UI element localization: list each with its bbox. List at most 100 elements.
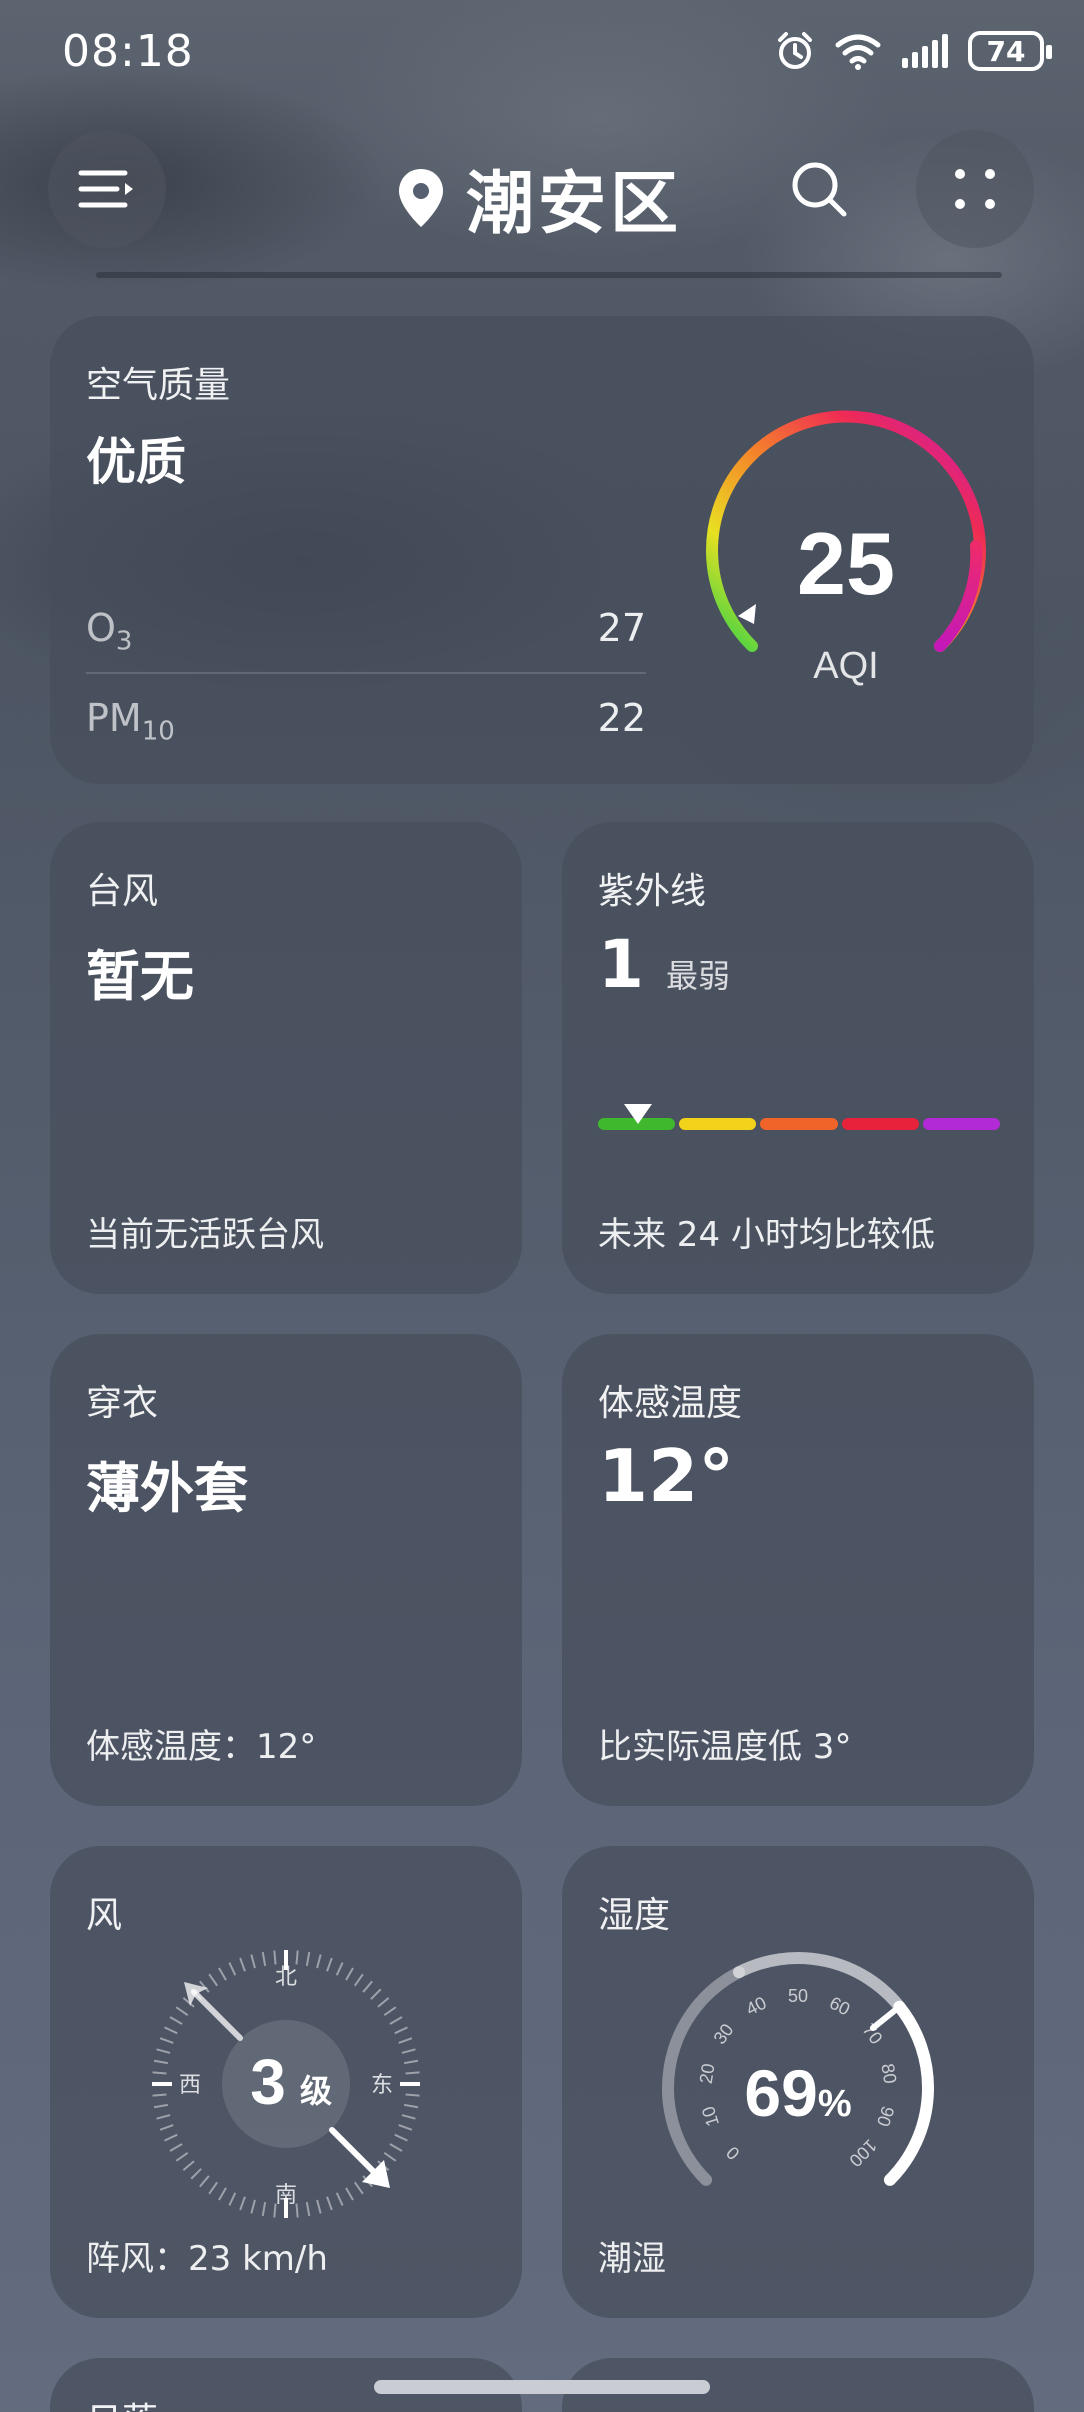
- menu-button[interactable]: [48, 130, 166, 248]
- more-button[interactable]: [916, 130, 1034, 248]
- uv-marker-icon: [624, 1104, 652, 1124]
- compass-tick: [394, 2133, 408, 2142]
- wind-level-number: 3: [250, 2046, 286, 2118]
- compass-tick: [250, 1954, 256, 1969]
- compass-tick: [335, 2192, 344, 2206]
- wind-compass: 北 南 东 西 3 级: [152, 1950, 420, 2218]
- compass-west: 西: [179, 2073, 201, 2098]
- search-icon: [792, 162, 847, 217]
- typhoon-footer: 当前无活跃台风: [86, 1215, 324, 1255]
- uv-scale-segment: [679, 1118, 757, 1130]
- compass-tick: [273, 1950, 277, 1965]
- humidity-scale-label: 0: [722, 2142, 743, 2163]
- aqi-pointer-icon: [738, 604, 756, 624]
- compass-tick: [190, 2168, 202, 2180]
- humidity-scale-label: 80: [877, 2062, 900, 2085]
- uv-reading: 1 最弱: [598, 926, 730, 1003]
- compass-tick: [218, 2187, 227, 2201]
- compass-tick: [401, 2114, 416, 2120]
- air-quality-card[interactable]: 空气质量 优质 O3 27 PM10 22 25 AQI: [50, 316, 1034, 784]
- compass-tick: [394, 2026, 408, 2035]
- compass-tick: [153, 2103, 168, 2109]
- humidity-scale-label: 10: [698, 2104, 723, 2129]
- more-icon: [955, 169, 995, 209]
- pollutant-name: PM10: [86, 696, 175, 747]
- wind-footer: 阵风：23 km/h: [86, 2239, 328, 2279]
- next-card-title: 日落: [86, 2392, 158, 2412]
- pollutant-row-o3: O3 27: [86, 606, 646, 657]
- compass-south: 南: [275, 2183, 297, 2208]
- compass-tick: [370, 1988, 382, 2000]
- feels-like-value: 12°: [598, 1434, 735, 1518]
- clothing-card[interactable]: 穿衣 薄外套 体感温度：12°: [50, 1334, 522, 1806]
- feels-like-card[interactable]: 体感温度 12° 比实际温度低 3°: [562, 1334, 1034, 1806]
- humidity-scale-label: 50: [788, 1986, 808, 2006]
- compass-tick: [159, 2037, 174, 2044]
- compass-tick: [218, 1967, 227, 1981]
- compass-tick: [261, 1951, 267, 1966]
- compass-tick: [354, 1973, 364, 1987]
- humidity-scale-label: 30: [710, 2020, 738, 2048]
- wind-level-unit: 级: [300, 2072, 332, 2110]
- typhoon-card[interactable]: 台风 暂无 当前无活跃台风: [50, 822, 522, 1294]
- compass-tick: [199, 2175, 210, 2188]
- humidity-arc-segment: [883, 2000, 934, 2186]
- compass-tick: [354, 2181, 364, 2195]
- menu-icon: [78, 170, 133, 208]
- compass-tick: [295, 1950, 299, 1965]
- compass-tick: [389, 2143, 403, 2152]
- pollutant-value: 22: [597, 696, 646, 740]
- search-button[interactable]: [760, 130, 878, 248]
- uv-footer: 未来 24 小时均比较低: [598, 1215, 935, 1255]
- pollutant-name: O3: [86, 606, 133, 657]
- aqi-value: 25: [797, 514, 895, 613]
- uv-scale-segment: [760, 1118, 838, 1130]
- location-pin-icon: [399, 168, 443, 227]
- typhoon-title: 台风: [86, 871, 159, 912]
- compass-tick: [345, 2187, 354, 2201]
- location-title[interactable]: 潮安区: [396, 148, 682, 247]
- compass-tick: [305, 1951, 311, 1966]
- clothing-footer: 体感温度：12°: [86, 1727, 317, 1767]
- pollutant-divider: [86, 672, 646, 674]
- compass-tick: [208, 2181, 218, 2195]
- compass-tick: [164, 2133, 178, 2142]
- air-quality-level: 优质: [86, 433, 186, 491]
- feels-like-footer: 比实际温度低 3°: [598, 1727, 852, 1767]
- header-divider: [96, 272, 1002, 278]
- compass-tick: [404, 2059, 419, 2065]
- compass-tick: [208, 1973, 218, 1987]
- humidity-value: 69: [744, 2056, 817, 2130]
- status-time: 08:18: [62, 26, 194, 77]
- typhoon-value: 暂无: [86, 945, 194, 1008]
- feels-like-title: 体感温度: [598, 1383, 743, 1424]
- aqi-label: AQI: [813, 645, 878, 687]
- compass-tick: [326, 1957, 333, 1972]
- compass-tick: [305, 2202, 311, 2217]
- uv-scale: [598, 1118, 1001, 1130]
- wifi-icon: [835, 34, 881, 70]
- compass-tick: [152, 2093, 167, 2097]
- compass-tick: [239, 1957, 246, 1972]
- compass-tick: [159, 2124, 174, 2131]
- compass-tick: [377, 1997, 390, 2008]
- compass-tick: [175, 2152, 189, 2162]
- compass-tick: [152, 2071, 167, 2075]
- compass-tick: [156, 2048, 171, 2054]
- home-indicator[interactable]: [374, 2380, 710, 2394]
- wind-card[interactable]: 风 北 南 东 西 3 级 阵风：23 km/h: [50, 1846, 522, 2318]
- compass-tick: [169, 2143, 183, 2152]
- uv-level: 最弱: [665, 957, 730, 995]
- compass-tick: [398, 2124, 413, 2131]
- compass-north: 北: [275, 1965, 297, 1990]
- uv-card[interactable]: 紫外线 1 最弱 未来 24 小时均比较低: [562, 822, 1034, 1294]
- compass-tick: [182, 2160, 195, 2171]
- humidity-footer: 潮湿: [598, 2239, 666, 2279]
- humidity-scale-label: 100: [845, 2135, 880, 2170]
- compass-tick: [316, 2199, 322, 2214]
- status-icons: 74: [774, 30, 1052, 72]
- compass-tick: [169, 2016, 183, 2025]
- humidity-scale-label: 40: [743, 1993, 770, 2020]
- humidity-unit: %: [818, 2083, 852, 2125]
- humidity-card[interactable]: 湿度 0 10 20 30 40 50 60 70 80 90 100 69% 潮湿: [562, 1846, 1034, 2318]
